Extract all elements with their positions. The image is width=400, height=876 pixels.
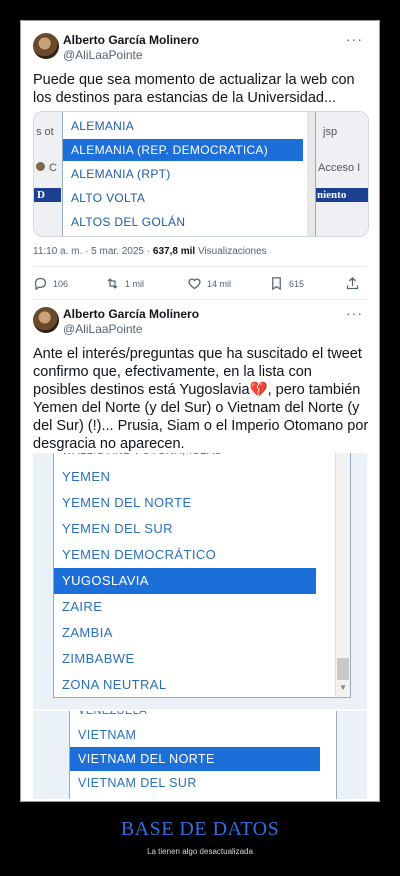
list-item[interactable]: VIETNAM bbox=[70, 723, 320, 747]
tweet1-header: Alberto García Molinero @AliLaaPointe ··… bbox=[33, 31, 367, 69]
author-handle[interactable]: @AliLaaPointe bbox=[63, 48, 143, 62]
retweet-count: 1 mil bbox=[125, 278, 145, 289]
list-item-selected[interactable]: ALEMANIA (REP. DEMOCRATICA) bbox=[63, 139, 303, 161]
blue-banner-right: niento bbox=[314, 188, 368, 202]
retweet-button[interactable]: 1 mil bbox=[105, 276, 144, 291]
bookmark-button[interactable]: 615 bbox=[269, 276, 304, 291]
list-item[interactable]: ALTO VOLTA bbox=[63, 187, 315, 209]
list-item[interactable]: YEMEN bbox=[54, 464, 316, 490]
reply-count: 106 bbox=[53, 278, 69, 289]
avatar[interactable] bbox=[33, 33, 59, 59]
tweet1-text: Puede que sea momento de actualizar la w… bbox=[33, 72, 355, 106]
more-icon[interactable]: ··· bbox=[346, 305, 363, 321]
more-icon[interactable]: ··· bbox=[346, 31, 363, 47]
list-item[interactable]: ZAIRE bbox=[54, 594, 316, 620]
country-dropdown-list[interactable]: VENEZUELA VIETNAM VIETNAM DEL NORTE VIETNA… bbox=[69, 711, 337, 799]
tweet2-text: Ante el interés/preguntas que ha suscita… bbox=[33, 346, 369, 452]
scrollbar-thumb[interactable] bbox=[337, 658, 349, 680]
right-fragment: Acceso I bbox=[318, 162, 361, 174]
left-fragment: s ot bbox=[36, 126, 54, 138]
like-button[interactable]: 14 mil bbox=[187, 276, 231, 291]
tweet2-screenshot-a[interactable]: WALLIS AND FUTUNA, ISLAS YEMENYEMEN DEL … bbox=[33, 453, 367, 709]
reply-icon bbox=[34, 277, 47, 291]
list-item-partial[interactable]: WALLIS AND FUTUNA, ISLAS bbox=[54, 453, 316, 464]
country-dropdown-list[interactable]: WALLIS AND FUTUNA, ISLAS YEMENYEMEN DEL … bbox=[53, 453, 351, 698]
list-item[interactable]: ZAMBIA bbox=[54, 620, 316, 646]
list-item[interactable]: YEMEN DEMOCRÁTICO bbox=[54, 542, 316, 568]
list-item[interactable]: ZONA NEUTRAL bbox=[54, 672, 316, 698]
views-label: Visualizaciones bbox=[197, 246, 267, 257]
avatar[interactable] bbox=[33, 307, 59, 333]
timestamp[interactable]: 11:10 a. m. · 5 mar. 2025 · bbox=[33, 246, 150, 257]
left-fragment-text: C bbox=[49, 162, 57, 174]
share-icon bbox=[346, 276, 359, 290]
list-item[interactable]: ALEMANIA (RPT) bbox=[63, 163, 315, 185]
list-item[interactable]: VIETNAM DEL SUR bbox=[70, 771, 320, 795]
scrollbar[interactable] bbox=[307, 112, 315, 236]
author-name[interactable]: Alberto García Molinero bbox=[63, 307, 199, 321]
divider bbox=[33, 266, 367, 267]
caption-subtitle: La tienen algo desactualizada bbox=[147, 847, 253, 856]
list-item[interactable]: ALTOS DEL GOLÁN bbox=[63, 211, 315, 233]
list-item[interactable]: YEMEN DEL NORTE bbox=[54, 490, 316, 516]
heart-icon bbox=[188, 278, 201, 290]
share-button[interactable] bbox=[345, 276, 365, 291]
reply-button[interactable]: 106 bbox=[33, 276, 68, 291]
like-count: 14 mil bbox=[207, 278, 232, 289]
left-fragment: C bbox=[36, 162, 57, 174]
list-item[interactable]: ALEMANIA bbox=[63, 115, 315, 137]
country-dropdown-list[interactable]: ALEMANIA ALEMANIA (REP. DEMOCRATICA) ALEMA… bbox=[62, 112, 316, 236]
views-count: 637,8 mil bbox=[152, 246, 196, 257]
caption-title: BASE DE DATOS bbox=[120, 818, 280, 840]
seal-icon bbox=[36, 162, 45, 171]
list-item-partial[interactable]: VENEZUELA bbox=[70, 711, 320, 723]
scroll-down-arrow-icon[interactable]: ▼ bbox=[339, 683, 347, 692]
tweet2-screenshot-b[interactable]: VENEZUELA VIETNAM VIETNAM DEL NORTE VIETNA… bbox=[33, 711, 367, 799]
tweet2-header: Alberto García Molinero @AliLaaPointe ··… bbox=[33, 305, 367, 343]
author-handle[interactable]: @AliLaaPointe bbox=[63, 322, 143, 336]
list-item-selected[interactable]: YUGOSLAVIA bbox=[54, 568, 316, 594]
list-item[interactable]: ZIMBABWE bbox=[54, 646, 316, 672]
right-fragment: jsp bbox=[323, 126, 338, 138]
scrollbar[interactable]: ▼ bbox=[335, 453, 350, 697]
bookmark-icon bbox=[272, 277, 281, 291]
tweet1-screenshot[interactable]: s ot C D jsp Acceso I niento ALEMANIA ALE… bbox=[33, 111, 369, 237]
tweet-meta: 11:10 a. m. · 5 mar. 2025 · 637,8 mil Vi… bbox=[33, 246, 267, 257]
bookmark-count: 615 bbox=[289, 278, 305, 289]
list-item[interactable]: YEMEN DEL SUR bbox=[54, 516, 316, 542]
author-name[interactable]: Alberto García Molinero bbox=[63, 33, 199, 47]
list-item-selected[interactable]: VIETNAM DEL NORTE bbox=[70, 747, 320, 771]
blue-banner-left: D bbox=[34, 188, 61, 202]
meme-frame: Alberto García Molinero @AliLaaPointe ··… bbox=[20, 20, 380, 802]
retweet-icon bbox=[107, 278, 118, 289]
tweet-actions: 106 1 mil 14 mil 615 bbox=[33, 276, 367, 294]
divider bbox=[33, 299, 367, 300]
